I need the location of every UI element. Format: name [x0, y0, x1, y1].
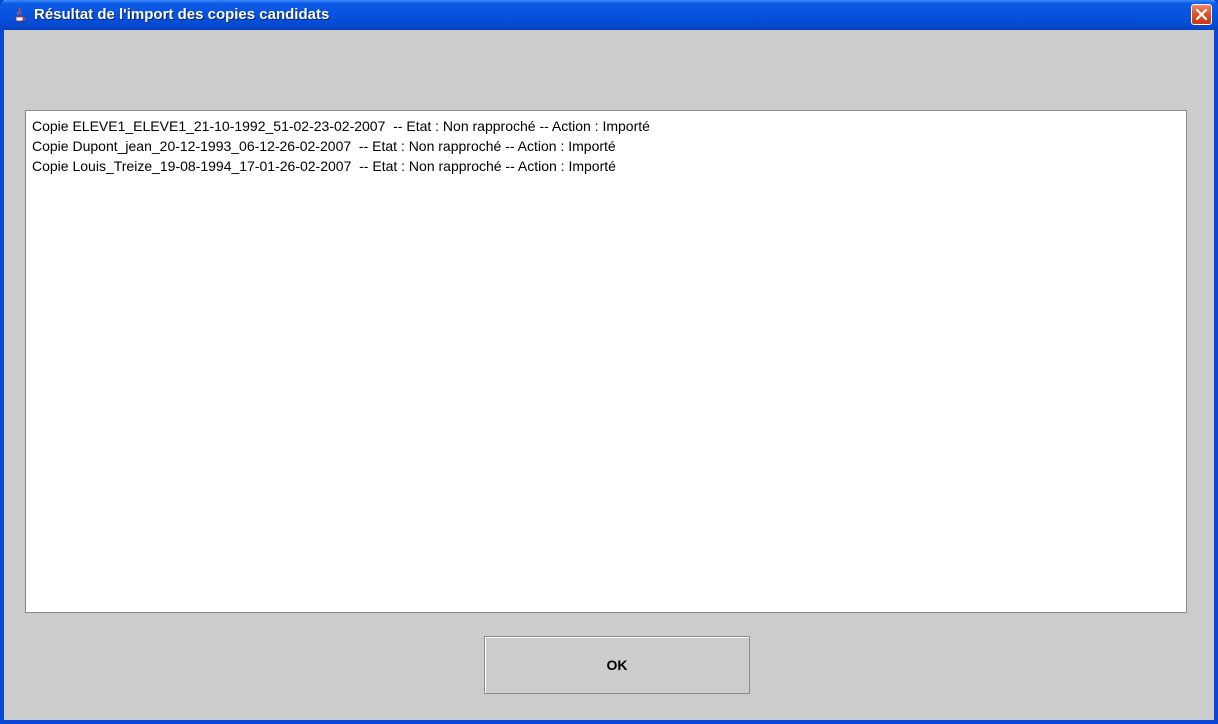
dialog-content: Copie ELEVE1_ELEVE1_21-10-1992_51-02-23-… — [4, 30, 1214, 720]
list-item[interactable]: Copie Louis_Treize_19-08-1994_17-01-26-0… — [32, 156, 1180, 176]
window-title: Résultat de l'import des copies candidat… — [34, 6, 330, 23]
import-result-list[interactable]: Copie ELEVE1_ELEVE1_21-10-1992_51-02-23-… — [25, 110, 1187, 613]
list-item[interactable]: Copie Dupont_jean_20-12-1993_06-12-26-02… — [32, 136, 1180, 156]
list-item[interactable]: Copie ELEVE1_ELEVE1_21-10-1992_51-02-23-… — [32, 116, 1180, 136]
java-cup-icon — [12, 7, 28, 23]
close-icon — [1195, 8, 1208, 21]
title-bar[interactable]: Résultat de l'import des copies candidat… — [0, 0, 1218, 30]
ok-button[interactable]: OK — [484, 636, 750, 694]
dialog-window: Résultat de l'import des copies candidat… — [0, 0, 1218, 724]
close-button[interactable] — [1191, 4, 1212, 25]
